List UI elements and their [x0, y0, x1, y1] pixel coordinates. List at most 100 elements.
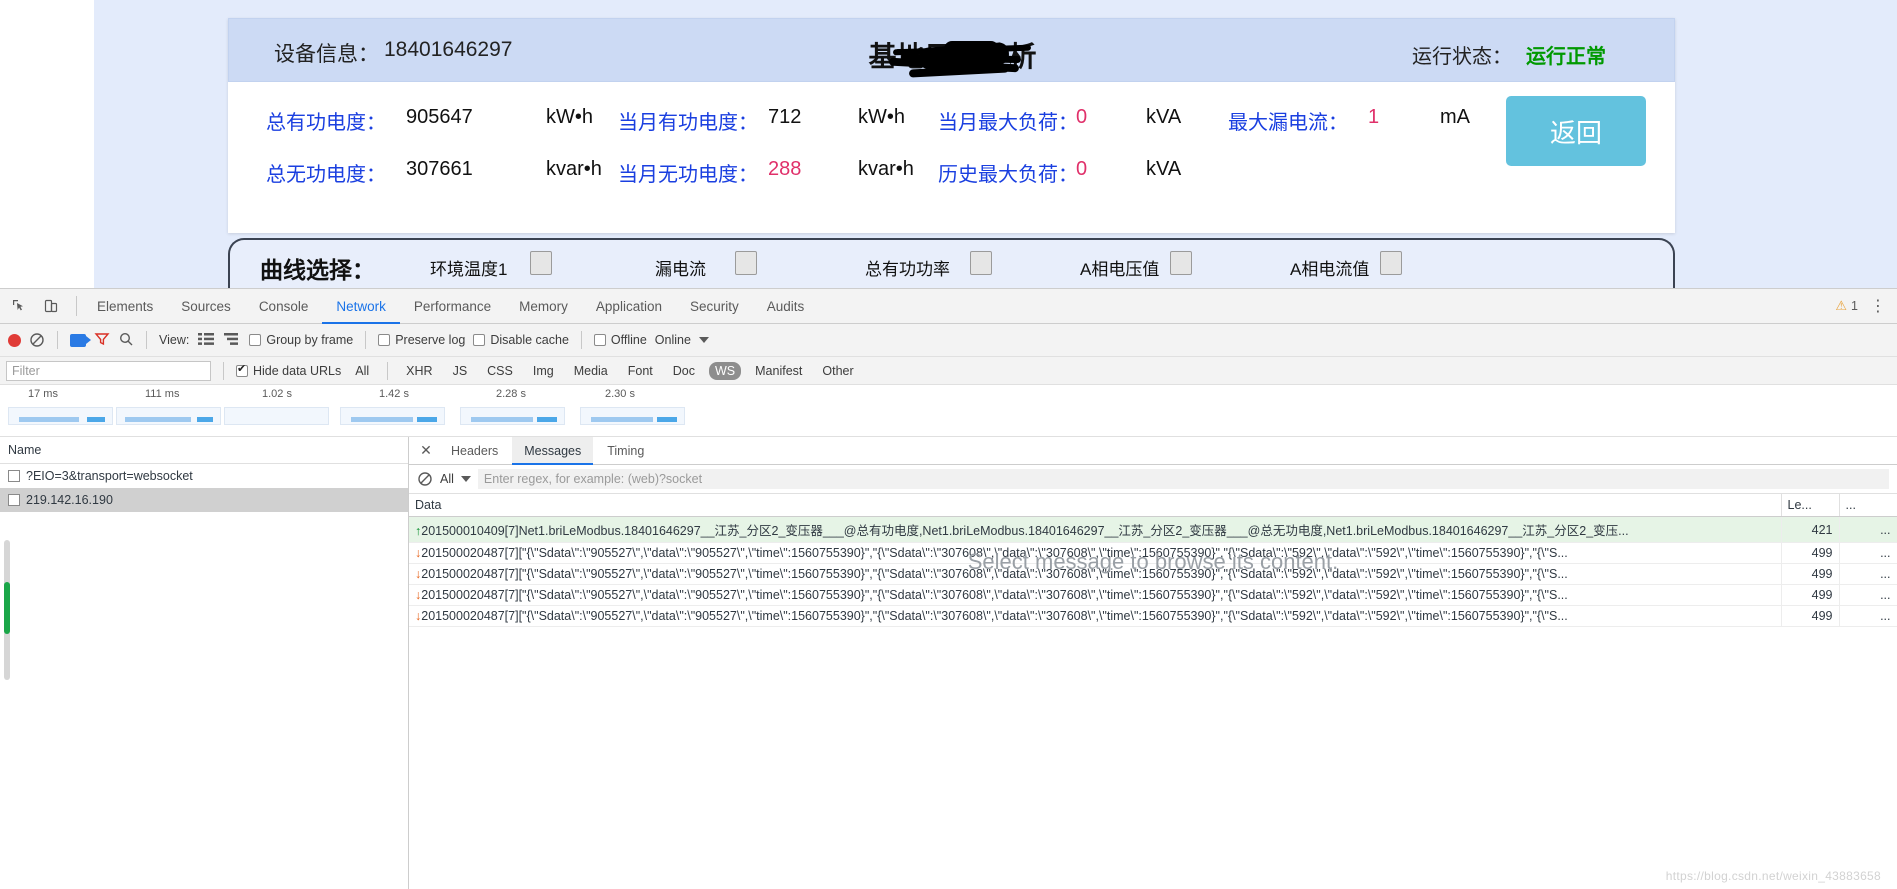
tab-memory[interactable]: Memory	[505, 289, 582, 324]
overview-tick-3: 1.42 s	[379, 388, 409, 400]
messages-col-length[interactable]: Le...	[1781, 494, 1840, 517]
messages-regex-input[interactable]	[477, 469, 1889, 489]
messages-col-time[interactable]: ...	[1839, 494, 1897, 517]
filter-type-ws[interactable]: WS	[709, 361, 742, 380]
detail-tab-messages[interactable]: Messages	[512, 437, 594, 465]
network-toolbar: View: Group by frame Preserve log Disabl…	[0, 324, 1897, 357]
curve-checkbox-4[interactable]	[1380, 251, 1402, 275]
clear-icon[interactable]	[29, 332, 45, 348]
tab-application[interactable]: Application	[582, 289, 676, 324]
message-data-cell[interactable]: ↑201500010409[7]Net1.briLeModbus.1840164…	[409, 516, 1782, 543]
request-row-1[interactable]: 219.142.16.190	[0, 488, 408, 512]
metric-unit-month-peak-load: kVA	[1146, 106, 1182, 128]
metric-label-total-reactive: 总无功电度：	[266, 164, 386, 186]
online-label[interactable]: Online	[655, 333, 691, 347]
detail-tab-headers[interactable]: Headers	[439, 437, 510, 465]
warning-counter[interactable]: ⚠ 1	[1835, 298, 1858, 314]
hide-data-urls-checkbox[interactable]	[236, 362, 248, 377]
filter-type-doc[interactable]: Doc	[667, 362, 701, 380]
back-button[interactable]: 返回	[1506, 96, 1646, 166]
devtools-more-menu-icon[interactable]: ⋮	[1870, 296, 1887, 316]
preserve-log-checkbox[interactable]	[378, 334, 391, 346]
message-time-cell-3: ...	[1839, 584, 1897, 606]
table-row[interactable]: ↓201500020487[7]["{\"Sdata\":\"905527\",…	[409, 605, 1897, 627]
device-toolbar-icon[interactable]	[38, 293, 64, 319]
group-by-frame-toggle[interactable]: Group by frame	[249, 333, 353, 347]
close-icon[interactable]: ✕	[415, 440, 437, 462]
tab-audits[interactable]: Audits	[753, 289, 819, 324]
filter-type-other[interactable]: Other	[816, 362, 859, 380]
tab-sources[interactable]: Sources	[167, 289, 245, 324]
overview-band-2	[224, 407, 329, 425]
message-data-cell[interactable]: ↓201500020487[7]["{\"Sdata\":\"905527\",…	[409, 584, 1782, 606]
filter-input[interactable]	[6, 360, 211, 381]
metric-unit-total-reactive: kvar•h	[546, 158, 602, 180]
warning-triangle-icon: ⚠	[1835, 298, 1848, 313]
request-row-checkbox-1[interactable]	[8, 494, 20, 506]
metric-unit-month-reactive: kvar•h	[858, 158, 914, 180]
table-row[interactable]: ↑201500010409[7]Net1.briLeModbus.1840164…	[409, 516, 1897, 543]
clear-messages-icon[interactable]	[417, 471, 433, 487]
toolbar-divider-1	[57, 331, 58, 349]
view-list-icon[interactable]	[197, 332, 215, 348]
curve-checkbox-1[interactable]	[735, 251, 757, 275]
requests-scrollbar-thumb[interactable]	[4, 582, 10, 634]
filter-type-js[interactable]: JS	[447, 362, 474, 380]
messages-direction-filter-label[interactable]: All	[440, 472, 454, 486]
group-by-frame-checkbox[interactable]	[249, 334, 262, 346]
curve-checkbox-0[interactable]	[530, 251, 552, 275]
messages-col-data[interactable]: Data	[409, 494, 1782, 517]
toolbar-divider-3	[365, 331, 367, 349]
filter-type-all[interactable]: All	[349, 362, 375, 380]
network-split-view: Name ?EIO=3&transport=websocket 219.142.…	[0, 437, 1897, 889]
filter-type-media[interactable]: Media	[568, 362, 614, 380]
request-row-checkbox-0[interactable]	[8, 470, 20, 482]
disable-cache-checkbox[interactable]	[473, 334, 486, 346]
overview-tick-5: 2.30 s	[605, 388, 635, 400]
inspect-element-icon[interactable]	[6, 293, 32, 319]
empty-state-hint: Select message to browse its content.	[967, 549, 1339, 574]
disable-cache-toggle[interactable]: Disable cache	[473, 333, 569, 347]
curve-checkbox-2[interactable]	[970, 251, 992, 275]
filter-type-xhr[interactable]: XHR	[400, 362, 438, 380]
overview-band-0	[8, 407, 113, 425]
tab-security[interactable]: Security	[676, 289, 753, 324]
metric-label-month-reactive: 当月无功电度：	[618, 164, 758, 186]
search-icon[interactable]	[118, 331, 134, 350]
curve-checkbox-3[interactable]	[1170, 251, 1192, 275]
view-waterfall-icon[interactable]	[223, 332, 241, 348]
offline-toggle[interactable]: Offline	[593, 333, 647, 347]
capture-screenshots-icon[interactable]	[70, 333, 91, 347]
requests-column-header-name: Name	[0, 437, 408, 464]
hide-data-urls-label: Hide data URLs	[253, 363, 342, 378]
preserve-log-toggle[interactable]: Preserve log	[378, 333, 465, 347]
request-row-label-1: 219.142.16.190	[26, 493, 113, 507]
devtools-tabs: Elements Sources Console Network Perform…	[83, 289, 818, 324]
metric-unit-total-active: kW•h	[546, 106, 594, 128]
messages-filter-chevron-down-icon[interactable]	[460, 476, 471, 482]
curve-option-label-0: 环境温度1	[430, 260, 508, 279]
metric-unit-max-leakage: mA	[1440, 106, 1470, 128]
record-button[interactable]	[8, 333, 21, 347]
requests-list-pane: Name ?EIO=3&transport=websocket 219.142.…	[0, 437, 409, 889]
filter-funnel-icon[interactable]	[94, 331, 110, 350]
tab-network[interactable]: Network	[322, 289, 400, 324]
table-row[interactable]: ↓201500020487[7]["{\"Sdata\":\"905527\",…	[409, 584, 1897, 606]
overview-tick-0: 17 ms	[28, 388, 58, 400]
filter-type-manifest[interactable]: Manifest	[749, 362, 808, 380]
card-header: 设备信息： 18401646297 基地用能分析 运行状态： 运行正常	[228, 18, 1675, 82]
filter-type-css[interactable]: CSS	[481, 362, 519, 380]
throttling-chevron-down-icon[interactable]	[698, 337, 709, 343]
metric-value-month-peak-load: 0	[1076, 106, 1088, 128]
filter-type-img[interactable]: Img	[527, 362, 560, 380]
tab-console[interactable]: Console	[245, 289, 323, 324]
message-data-cell[interactable]: ↓201500020487[7]["{\"Sdata\":\"905527\",…	[409, 605, 1782, 627]
network-overview-timeline[interactable]: 17 ms 111 ms 1.02 s 1.42 s 2.28 s 2.30 s	[0, 385, 1897, 437]
tab-elements[interactable]: Elements	[83, 289, 167, 324]
offline-checkbox[interactable]	[593, 334, 606, 346]
request-row-0[interactable]: ?EIO=3&transport=websocket	[0, 464, 408, 488]
filter-type-font[interactable]: Font	[622, 362, 659, 380]
detail-tab-timing[interactable]: Timing	[595, 437, 656, 465]
hide-data-urls-toggle[interactable]: Hide data URLs	[236, 362, 342, 378]
tab-performance[interactable]: Performance	[400, 289, 505, 324]
